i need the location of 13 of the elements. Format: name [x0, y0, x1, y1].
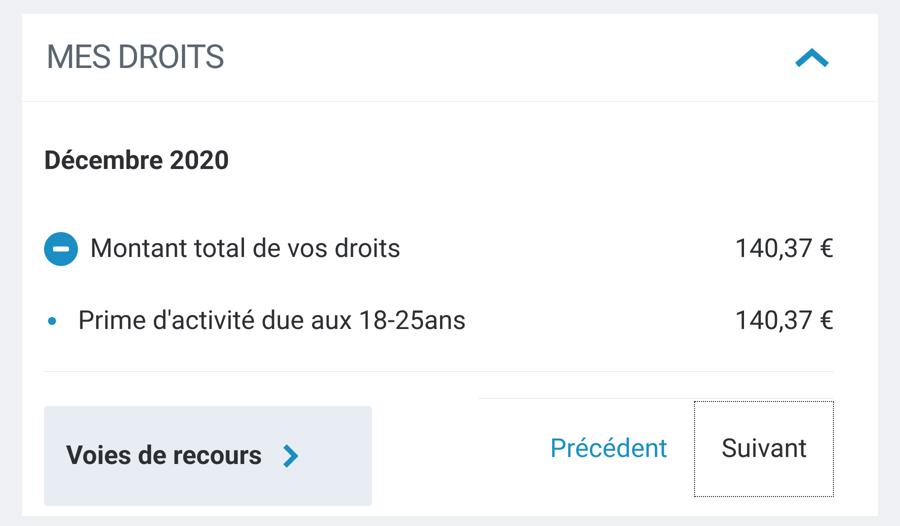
chevron-icon[interactable]	[792, 46, 832, 70]
row-label: Montant total de vos droits	[90, 232, 401, 266]
recourse-button[interactable]: Voies de recours	[44, 406, 372, 506]
period-heading: Décembre 2020	[44, 145, 230, 178]
row-label: Prime d'activité due aux 18-25ans	[78, 304, 466, 338]
bullet-icon	[48, 317, 56, 325]
minus-icon[interactable]	[44, 232, 78, 266]
next-button[interactable]: Suivant	[694, 401, 834, 497]
chevron-right-icon	[282, 443, 298, 469]
previous-button[interactable]: Précédent	[523, 401, 694, 497]
row-amount: 140,37 €	[734, 232, 834, 266]
section-title: MES DROITS	[46, 36, 224, 79]
row-amount: 140,37 €	[734, 304, 834, 338]
